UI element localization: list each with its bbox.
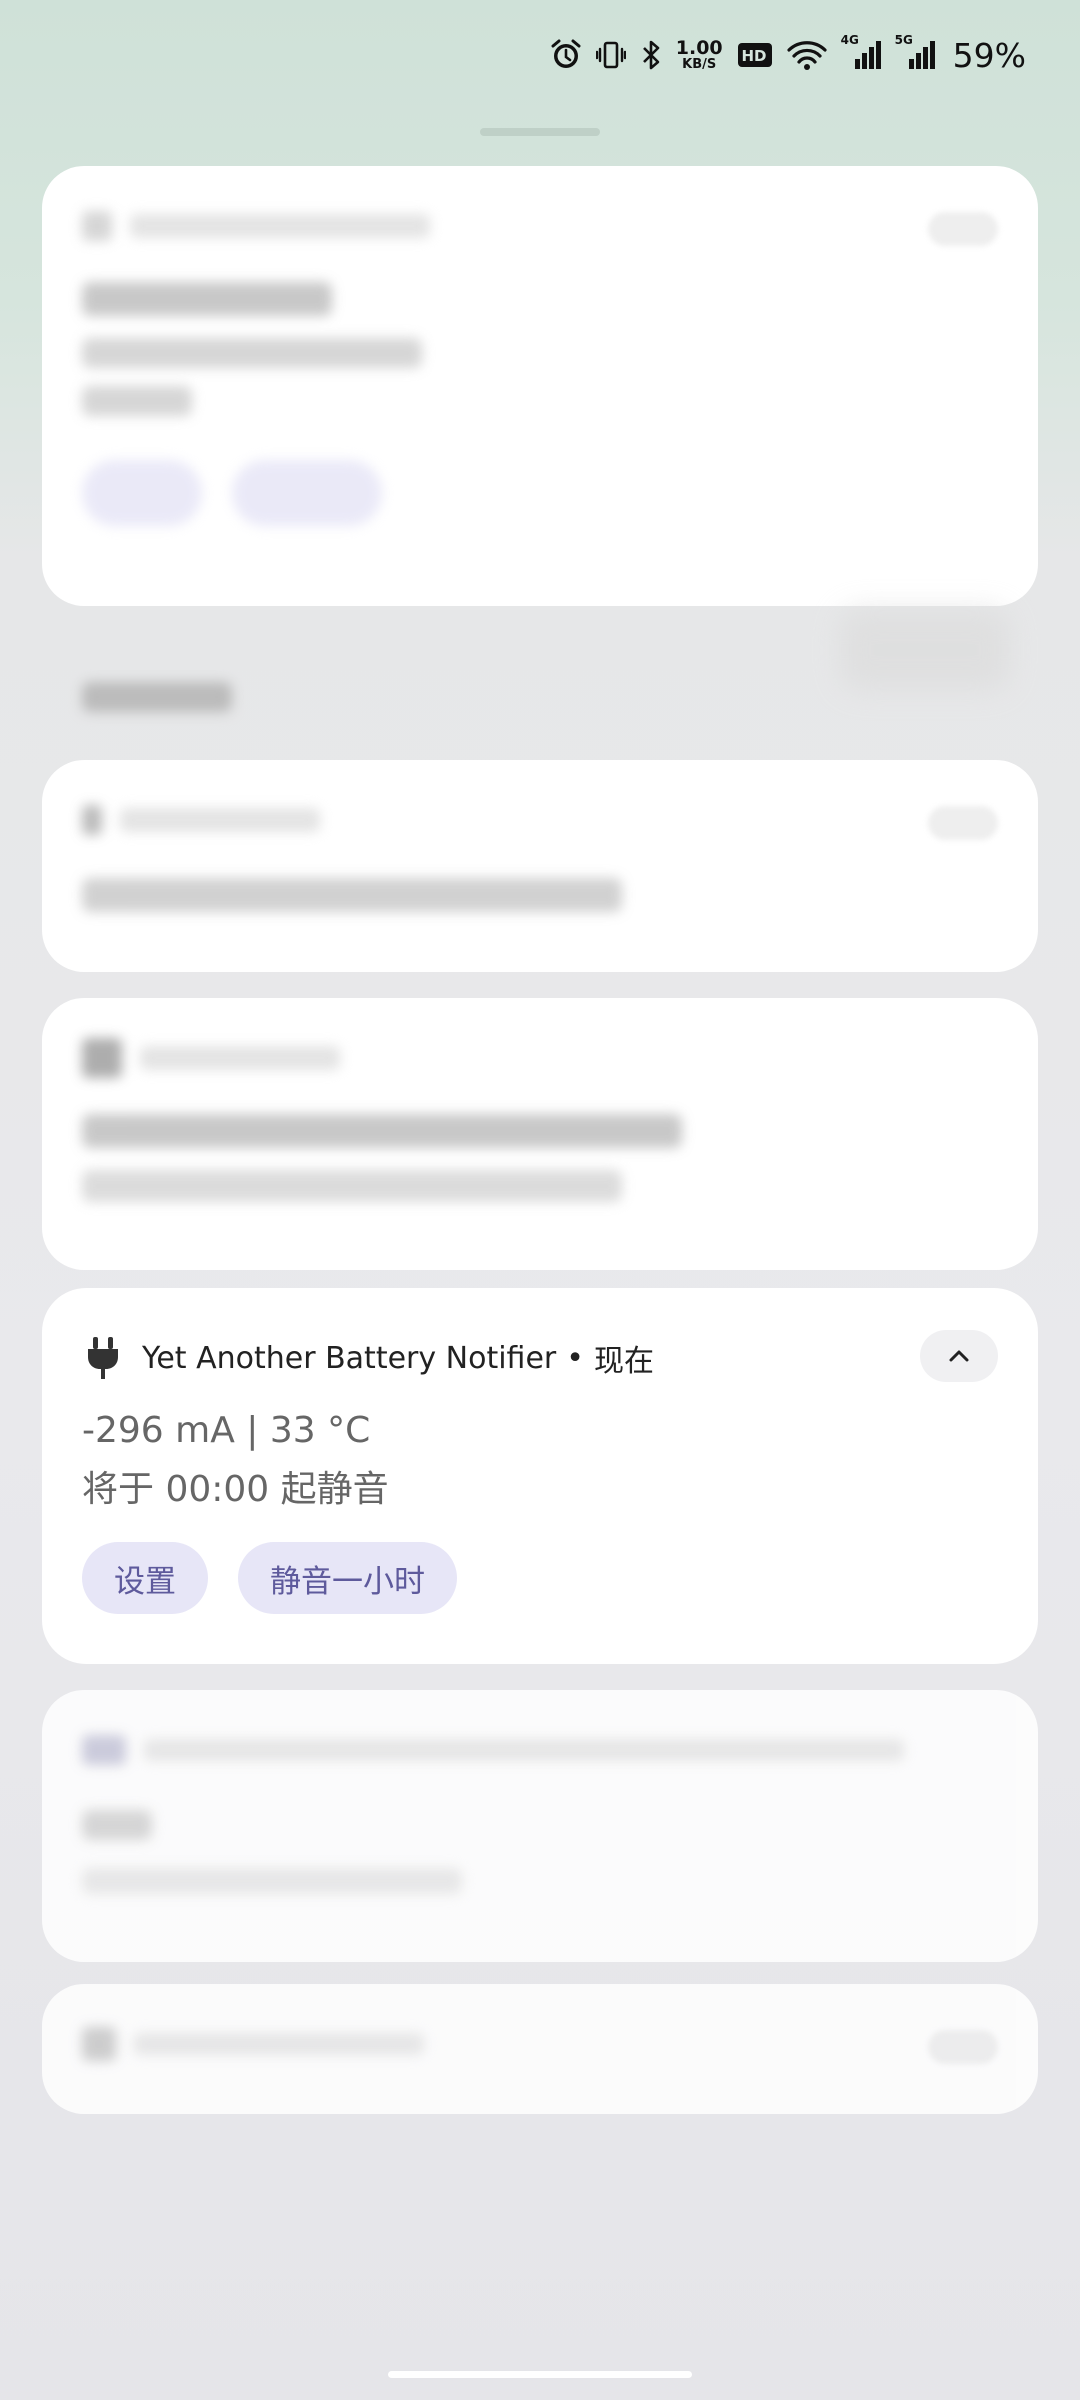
notification-header: Yet Another Battery Notifier • 现在	[82, 1326, 998, 1390]
blurred-notification-4	[42, 1690, 1038, 1962]
app-name: Yet Another Battery Notifier	[142, 1340, 557, 1376]
blurred-section-label	[82, 682, 232, 720]
signal-4g-icon: 4G	[840, 33, 881, 75]
gesture-navigation-bar[interactable]	[388, 2371, 692, 2378]
settings-button[interactable]: 设置	[82, 1542, 208, 1614]
wifi-icon	[787, 35, 827, 75]
plug-icon	[82, 1334, 124, 1382]
battery-notification[interactable]: Yet Another Battery Notifier • 现在 -296 m…	[42, 1288, 1038, 1664]
chevron-up-icon	[949, 1350, 969, 1362]
hd-icon: HD	[737, 35, 773, 75]
blurred-notification-5	[42, 1984, 1038, 2114]
alarm-icon	[550, 35, 582, 75]
signal-5g-icon: 5G	[894, 33, 935, 75]
current-temperature-text: -296 mA | 33 °C	[82, 1410, 371, 1451]
notification-actions: 设置 静音一小时	[82, 1542, 457, 1614]
mute-schedule-text: 将于 00:00 起静音	[82, 1469, 389, 1510]
blurred-notification-2	[42, 760, 1038, 972]
net-speed-value: 1.00	[675, 37, 723, 59]
svg-text:HD: HD	[741, 47, 766, 65]
shade-handle[interactable]	[480, 128, 600, 136]
net-speed-unit: KB/S	[682, 57, 717, 72]
bluetooth-icon	[640, 35, 662, 75]
mute-one-hour-button[interactable]: 静音一小时	[238, 1542, 457, 1614]
notification-time: 现在	[593, 1344, 654, 1379]
signal-5g-label: 5G	[894, 33, 913, 47]
header-separator: •	[566, 1340, 584, 1376]
vibrate-icon	[595, 35, 626, 75]
battery-percentage: 59%	[952, 35, 1026, 75]
status-bar: 1.00 KB/S HD 4G 5G 59%	[0, 0, 1080, 110]
blurred-notification-1	[42, 166, 1038, 606]
blurred-shape	[840, 610, 1010, 690]
signal-4g-label: 4G	[840, 33, 859, 47]
net-speed: 1.00 KB/S	[675, 37, 723, 72]
collapse-button[interactable]	[920, 1330, 998, 1382]
blurred-notification-3	[42, 998, 1038, 1270]
